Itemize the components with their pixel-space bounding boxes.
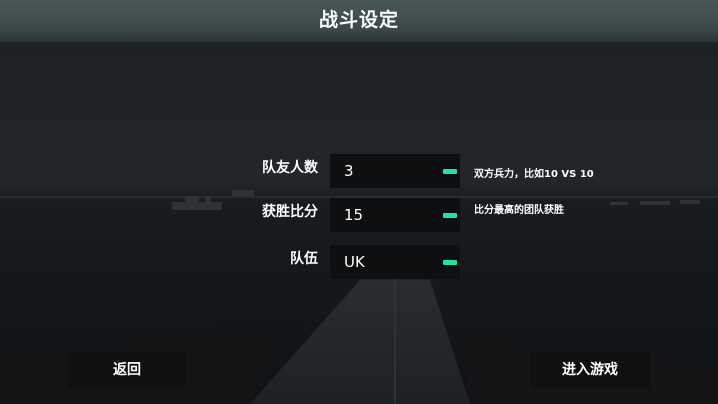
page-title: 战斗设定 [318, 9, 399, 31]
team-size-toggle-icon[interactable] [443, 169, 457, 174]
team-label: 队伍 [290, 251, 318, 267]
team-size-value: 3 [344, 162, 354, 180]
win-score-label: 获胜比分 [262, 204, 318, 220]
win-score-field[interactable]: 15 [330, 198, 460, 232]
team-size-hint: 双方兵力，比如10 VS 10 [474, 169, 594, 180]
win-score-value: 15 [344, 206, 364, 224]
back-button[interactable]: 返回 [68, 352, 186, 388]
team-size-field[interactable]: 3 [330, 154, 460, 188]
win-score-hint: 比分最高的团队获胜 [474, 205, 564, 216]
team-toggle-icon[interactable] [443, 260, 457, 265]
start-game-button[interactable]: 进入游戏 [530, 352, 650, 388]
win-score-toggle-icon[interactable] [443, 213, 457, 218]
team-value: UK [344, 253, 365, 271]
team-field[interactable]: UK [330, 245, 460, 279]
team-size-label: 队友人数 [262, 160, 318, 176]
